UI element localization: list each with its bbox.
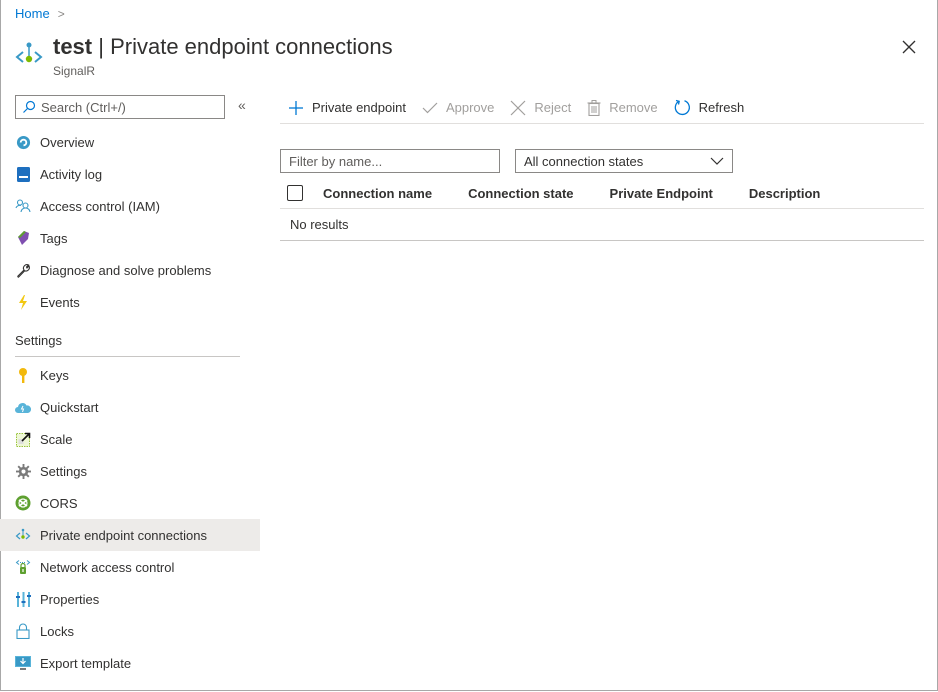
blade-header: test | Private endpoint connections Sign… [14,34,393,78]
sidebar-item-settings[interactable]: Settings [0,455,260,487]
lightning-icon [15,294,31,310]
select-all-checkbox[interactable] [287,185,303,201]
scale-icon [15,431,31,447]
quickstart-cloud-icon [15,399,31,415]
collapse-sidebar-button[interactable]: « [238,97,246,113]
sidebar-item-properties[interactable]: Properties [0,583,260,615]
sidebar-item-label: Overview [40,134,95,150]
sidebar-item-locks[interactable]: Locks [0,615,260,647]
column-connection-name[interactable]: Connection name [323,186,432,201]
lock-icon [15,623,31,639]
sidebar-nav: Overview Activity log Access control (IA… [0,126,260,318]
sidebar-item-label: Network access control [40,559,175,575]
sidebar-item-label: Locks [40,623,74,639]
resource-name: test [53,34,93,59]
sidebar-item-access-control[interactable]: Access control (IAM) [0,190,260,222]
sidebar-item-private-endpoint-connections[interactable]: Private endpoint connections [0,519,260,551]
page-title-text: Private endpoint connections [110,34,393,59]
sidebar-item-diagnose[interactable]: Diagnose and solve problems [0,254,260,286]
sidebar-item-events[interactable]: Events [0,286,260,318]
page-title: test | Private endpoint connections [53,34,393,60]
sidebar-item-scale[interactable]: Scale [0,423,260,455]
close-icon [510,100,526,115]
sidebar-item-label: Diagnose and solve problems [40,262,212,278]
breadcrumb-home-link[interactable]: Home [15,6,50,21]
trash-icon [587,99,601,116]
properties-icon [15,591,31,607]
plus-icon [289,100,303,115]
network-lock-icon [15,559,31,575]
search-icon [23,100,36,113]
command-bar: Private endpoint Approve Reject Remove R… [280,92,924,124]
sidebar-item-label: Quickstart [40,399,99,415]
chevron-right-icon: > [57,6,65,21]
refresh-button[interactable]: Refresh [674,99,745,116]
chevron-down-icon [710,157,724,165]
sidebar-search[interactable] [15,95,225,119]
sidebar-item-label: Activity log [40,166,103,182]
overview-icon [15,134,31,150]
sidebar-item-label: Keys [40,367,69,383]
sidebar-item-label: Settings [40,463,87,479]
wrench-icon [15,262,31,278]
table-empty-row: No results [280,209,924,241]
sidebar-item-label: Scale [40,431,73,447]
sidebar-item-label: CORS [40,495,78,511]
refresh-label: Refresh [698,100,745,115]
private-endpoint-icon [15,42,43,63]
filter-by-name-input[interactable] [280,149,500,173]
sidebar-item-label: Properties [40,591,100,607]
remove-label: Remove [609,100,658,115]
column-description[interactable]: Description [749,186,821,201]
table-header: Connection name Connection state Private… [280,178,924,209]
no-results-text: No results [290,217,349,232]
approve-label: Approve [445,100,495,115]
sidebar-item-activity-log[interactable]: Activity log [0,158,260,190]
checkmark-icon [422,102,438,113]
connection-state-selected: All connection states [524,153,644,169]
sidebar-search-input[interactable] [41,99,211,115]
sidebar-divider [15,356,240,357]
sidebar-item-overview[interactable]: Overview [0,126,260,158]
tag-icon [15,230,31,246]
title-separator: | [92,34,111,59]
close-icon[interactable] [900,38,918,56]
sidebar-item-network-access-control[interactable]: Network access control [0,551,260,583]
sidebar-item-quickstart[interactable]: Quickstart [0,391,260,423]
activity-log-icon [15,166,31,182]
refresh-icon [674,99,690,116]
reject-button[interactable]: Reject [510,100,571,116]
connection-state-dropdown[interactable]: All connection states [515,149,733,173]
iam-icon [15,198,31,214]
key-icon [15,367,31,383]
column-connection-state[interactable]: Connection state [468,186,573,201]
sidebar-item-tags[interactable]: Tags [0,222,260,254]
export-template-icon [15,655,31,671]
approve-button[interactable]: Approve [422,100,494,115]
resource-type: SignalR [53,64,96,78]
remove-button[interactable]: Remove [587,99,658,116]
sidebar-item-cors[interactable]: CORS [0,487,260,519]
sidebar-item-keys[interactable]: Keys [0,359,260,391]
add-private-endpoint-button[interactable]: Private endpoint [288,100,406,116]
sidebar-item-label: Private endpoint connections [40,527,207,543]
private-endpoint-icon [15,527,31,543]
gear-icon [15,463,31,479]
sidebar-section-settings: Settings [15,333,62,348]
column-private-endpoint[interactable]: Private Endpoint [610,186,713,201]
cors-icon [15,495,31,511]
sidebar-item-label: Export template [40,655,132,671]
add-private-endpoint-label: Private endpoint [312,100,406,115]
reject-label: Reject [534,100,572,115]
sidebar-item-label: Tags [40,230,68,246]
sidebar-item-label: Access control (IAM) [40,198,160,214]
sidebar-settings-nav: Keys Quickstart Scale Settings CORS Priv… [0,359,260,679]
breadcrumb: Home > [15,6,65,21]
sidebar-item-label: Events [40,294,80,310]
sidebar-item-export-template[interactable]: Export template [0,647,260,679]
